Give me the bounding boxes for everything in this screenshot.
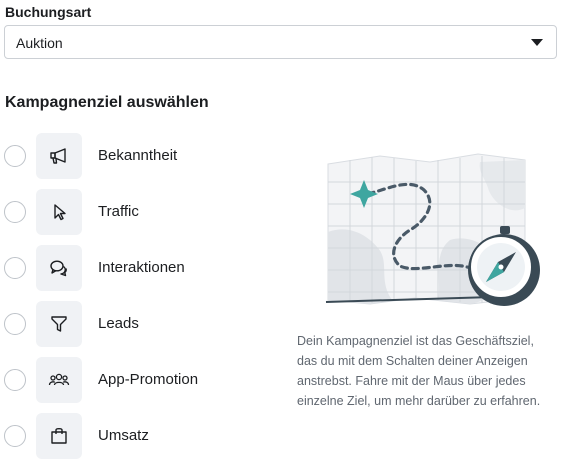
objective-awareness-label: Bekanntheit: [98, 147, 178, 164]
objective-engagement[interactable]: Interaktionen: [0, 245, 270, 293]
objective-description: Dein Kampagnenziel ist das Geschäftsziel…: [297, 334, 541, 408]
megaphone-icon: [36, 133, 82, 179]
campaign-objective-title: Kampagnenziel auswählen: [5, 94, 209, 111]
booking-type-select[interactable]: Auktion: [4, 25, 557, 59]
objective-awareness[interactable]: Bekanntheit: [0, 133, 270, 181]
objective-traffic-label: Traffic: [98, 203, 139, 220]
shopping-bag-icon: [36, 413, 82, 459]
objective-sales-label: Umsatz: [98, 427, 149, 444]
map-compass-illustration: [320, 150, 542, 318]
caret-down-icon: [531, 39, 543, 46]
objective-app-promotion[interactable]: App-Promotion: [0, 357, 270, 405]
booking-type-value: Auktion: [16, 35, 63, 51]
objective-sales[interactable]: Umsatz: [0, 413, 270, 461]
objective-sales-radio[interactable]: [4, 425, 26, 447]
objective-traffic[interactable]: Traffic: [0, 189, 270, 237]
objective-awareness-radio[interactable]: [4, 145, 26, 167]
objective-leads-label: Leads: [98, 315, 139, 332]
cursor-icon: [36, 189, 82, 235]
objective-leads[interactable]: Leads: [0, 301, 270, 349]
chat-bubbles-icon: [36, 245, 82, 291]
objective-leads-radio[interactable]: [4, 313, 26, 335]
funnel-icon: [36, 301, 82, 347]
people-group-icon: [36, 357, 82, 403]
booking-type-label: Buchungsart: [5, 4, 92, 20]
objective-engagement-label: Interaktionen: [98, 259, 185, 276]
objective-app-promotion-radio[interactable]: [4, 369, 26, 391]
objective-traffic-radio[interactable]: [4, 201, 26, 223]
objective-engagement-radio[interactable]: [4, 257, 26, 279]
objective-app-promotion-label: App-Promotion: [98, 371, 199, 388]
